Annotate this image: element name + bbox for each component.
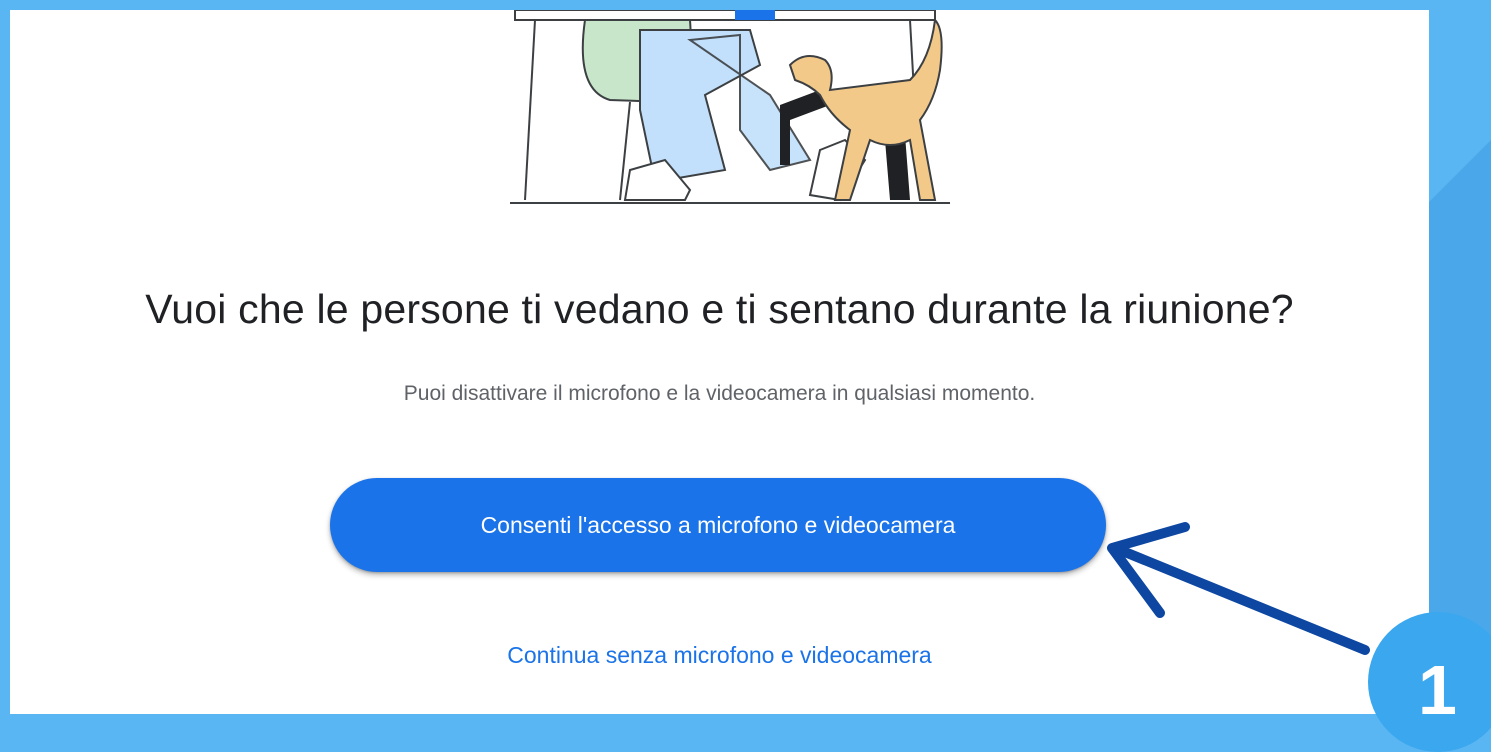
allow-access-label: Consenti l'accesso a microfono e videoca…: [480, 511, 956, 538]
step-number: 1: [1418, 651, 1457, 729]
person-at-desk-with-dog-illustration: [510, 10, 950, 204]
allow-access-button[interactable]: Consenti l'accesso a microfono e videoca…: [330, 478, 1106, 572]
page-subtitle: Puoi disattivare il microfono e la video…: [403, 382, 1036, 405]
page-title: Vuoi che le persone ti vedano e ti senta…: [145, 286, 1294, 332]
arrow-icon: [1107, 522, 1370, 655]
